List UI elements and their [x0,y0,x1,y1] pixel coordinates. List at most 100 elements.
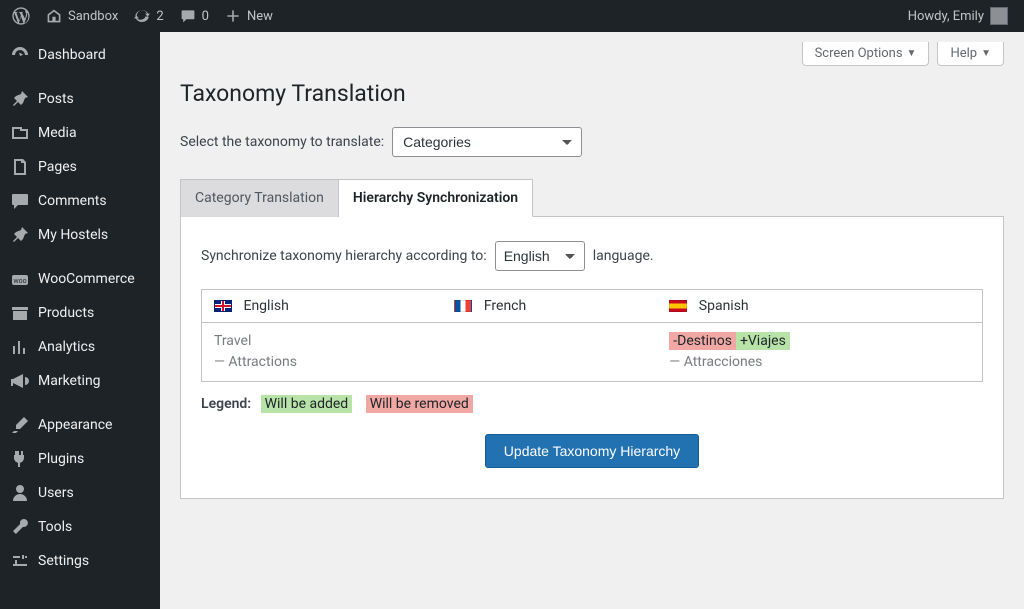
sync-pre-text: Synchronize taxonomy hierarchy according… [201,248,487,264]
site-name: Sandbox [68,9,118,24]
sidebar-item-my-hostels[interactable]: My Hostels [0,218,160,252]
comment-icon [10,191,30,211]
admin-bar: Sandbox 2 0 New Howdy, Emily [0,0,1024,32]
taxonomy-select-label: Select the taxonomy to translate: [180,134,384,150]
cell-en: Travel — Attractions [202,323,443,382]
sidebar-item-label: Users [38,485,152,501]
sidebar-item-label: Media [38,125,152,141]
plug-icon [10,449,30,469]
sidebar-item-marketing[interactable]: Marketing [0,364,160,398]
sidebar-item-woocommerce[interactable]: woo WooCommerce [0,262,160,296]
sidebar-item-products[interactable]: Products [0,296,160,330]
screen-options-label: Screen Options [815,46,903,61]
cell-es: -Destinos+Viajes — Attracciones [657,323,982,382]
update-hierarchy-button[interactable]: Update Taxonomy Hierarchy [485,434,699,468]
sidebar-item-label: Posts [38,91,152,107]
table-header-en: English [202,290,443,323]
new-content-link[interactable]: New [217,0,281,32]
pages-icon [10,157,30,177]
sidebar-item-dashboard[interactable]: Dashboard [0,38,160,72]
sidebar-item-media[interactable]: Media [0,116,160,150]
wrench-icon [10,517,30,537]
sidebar-item-posts[interactable]: Posts [0,82,160,116]
sidebar-item-label: Settings [38,553,152,569]
new-label: New [247,9,273,24]
user-greeting[interactable]: Howdy, Emily [900,0,1016,32]
sliders-icon [10,551,30,571]
sync-language-row: Synchronize taxonomy hierarchy according… [201,241,983,271]
brush-icon [10,415,30,435]
main-content: Screen Options ▼ Help ▼ Taxonomy Transla… [160,32,1024,609]
caret-down-icon: ▼ [907,48,917,59]
taxonomy-select-row: Select the taxonomy to translate: Catego… [180,127,1004,157]
screen-meta-links: Screen Options ▼ Help ▼ [180,32,1004,66]
sidebar-item-plugins[interactable]: Plugins [0,442,160,476]
dashboard-icon [10,45,30,65]
sidebar-item-comments[interactable]: Comments [0,184,160,218]
legend-label: Legend: [201,396,251,412]
admin-sidebar: Dashboard Posts Media Pages Comments My Hoste… [0,32,160,609]
language-hierarchy-table: English French Spanish Travel [201,289,983,382]
sidebar-item-label: Products [38,305,152,321]
avatar [990,7,1008,25]
flag-en-icon [214,300,232,312]
menu-separator [0,252,160,262]
site-name-link[interactable]: Sandbox [38,0,126,32]
menu-separator [0,72,160,82]
diff-add: +Viajes [736,332,790,350]
flag-es-icon [669,300,687,312]
sync-post-text: language. [593,248,654,264]
sidebar-item-label: Tools [38,519,152,535]
menu-separator [0,398,160,408]
sidebar-item-label: Comments [38,193,152,209]
sidebar-item-label: Marketing [38,373,152,389]
sidebar-item-label: Pages [38,159,152,175]
screen-options-button[interactable]: Screen Options ▼ [802,42,930,66]
sidebar-item-label: My Hostels [38,227,152,243]
user-icon [10,483,30,503]
sidebar-item-label: Analytics [38,339,152,355]
sidebar-item-settings[interactable]: Settings [0,544,160,578]
sidebar-item-tools[interactable]: Tools [0,510,160,544]
comments-count: 0 [202,9,209,24]
sidebar-item-label: Appearance [38,417,152,433]
table-header-es: Spanish [657,290,982,323]
diff-remove: -Destinos [669,332,736,350]
howdy-text: Howdy, Emily [908,9,984,24]
sidebar-item-label: Plugins [38,451,152,467]
tab-hierarchy-sync[interactable]: Hierarchy Synchronization [339,179,533,217]
archive-icon [10,303,30,323]
chart-icon [10,337,30,357]
updates-link[interactable]: 2 [126,0,171,32]
woo-icon: woo [10,269,30,289]
page-title: Taxonomy Translation [180,80,1004,107]
svg-text:woo: woo [13,277,26,285]
pin-icon [10,225,30,245]
tab-category-translation[interactable]: Category Translation [180,179,339,217]
sidebar-item-pages[interactable]: Pages [0,150,160,184]
caret-down-icon: ▼ [981,48,991,59]
taxonomy-select[interactable]: Categories [392,127,582,157]
legend-added: Will be added [261,395,353,413]
update-button-row: Update Taxonomy Hierarchy [201,434,983,468]
wp-logo[interactable] [4,0,38,32]
cell-fr [442,323,657,382]
help-button[interactable]: Help ▼ [937,42,1004,66]
legend: Legend: Will be added Will be removed [201,396,983,412]
comments-link[interactable]: 0 [172,0,217,32]
updates-count: 2 [156,9,163,24]
media-icon [10,123,30,143]
hierarchy-sync-panel: Synchronize taxonomy hierarchy according… [180,217,1004,499]
table-row: Travel — Attractions -Destinos+Viajes — … [202,323,983,382]
pin-icon [10,89,30,109]
help-label: Help [950,46,977,61]
sync-language-select[interactable]: English [495,241,585,271]
sidebar-item-appearance[interactable]: Appearance [0,408,160,442]
sidebar-item-users[interactable]: Users [0,476,160,510]
legend-removed: Will be removed [366,395,473,413]
tabs: Category Translation Hierarchy Synchroni… [180,179,1004,217]
sidebar-item-analytics[interactable]: Analytics [0,330,160,364]
sidebar-item-label: Dashboard [38,47,152,63]
sidebar-item-label: WooCommerce [38,271,152,287]
table-header-fr: French [442,290,657,323]
